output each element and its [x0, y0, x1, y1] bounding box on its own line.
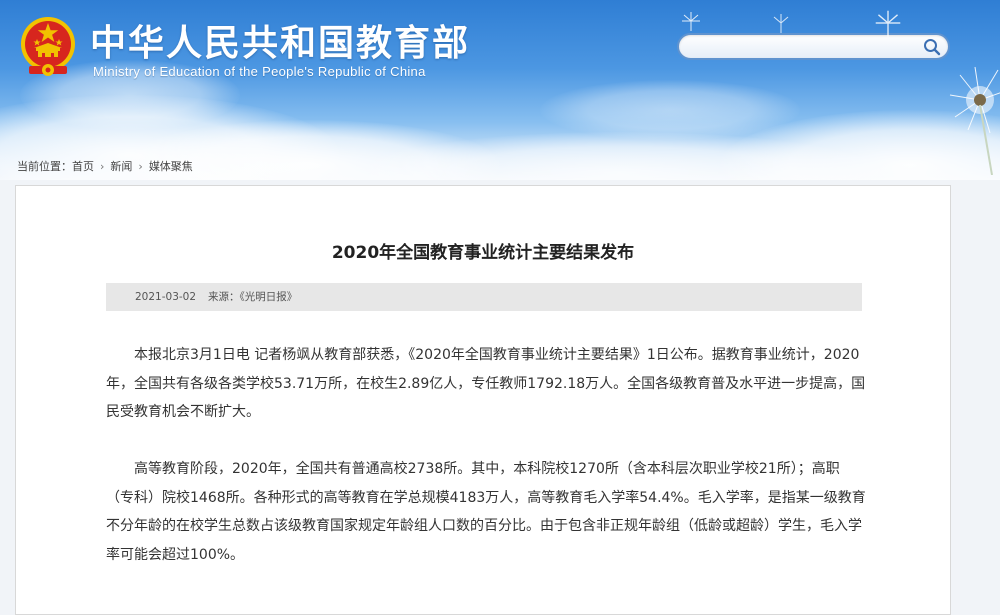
article-source: 来源：《光明日报》 [208, 291, 298, 303]
breadcrumb: 当前位置：首页 › 新闻 › 媒体聚焦 [17, 158, 193, 174]
article-date: 2021-03-02 [135, 291, 197, 303]
article-body: 本报北京3月1日电 记者杨飒从教育部获悉，《2020年全国教育事业统计主要结果》… [106, 341, 866, 598]
breadcrumb-home[interactable]: 首页 [72, 160, 94, 173]
article-paragraph: 本报北京3月1日电 记者杨飒从教育部获悉，《2020年全国教育事业统计主要结果》… [106, 347, 866, 420]
dandelion-seed-decoration [773, 14, 789, 33]
breadcrumb-news[interactable]: 新闻 [110, 160, 132, 173]
breadcrumb-separator: › [138, 160, 143, 173]
article-panel: 2020年全国教育事业统计主要结果发布 2021-03-02 来源：《光明日报》 … [15, 185, 951, 615]
search-box [677, 33, 950, 60]
site-subtitle: Ministry of Education of the People's Re… [93, 64, 426, 79]
dandelion-decoration [949, 66, 1000, 175]
dandelion-seed-decoration [682, 12, 700, 31]
article-meta-bar: 2021-03-02 来源：《光明日报》 [106, 283, 862, 311]
article-title: 2020年全国教育事业统计主要结果发布 [331, 243, 635, 263]
search-icon[interactable] [922, 37, 942, 57]
search-input[interactable] [691, 38, 915, 58]
breadcrumb-media-focus[interactable]: 媒体聚焦 [149, 160, 193, 173]
national-emblem-icon[interactable] [17, 14, 79, 78]
breadcrumb-separator: › [100, 160, 105, 173]
site-header: 中华人民共和国教育部 Ministry of Education of the … [0, 0, 1000, 180]
site-title: 中华人民共和国教育部 [90, 23, 471, 64]
breadcrumb-label: 当前位置： [17, 160, 72, 173]
dandelion-seed-decoration [875, 10, 901, 37]
article-paragraph: 高等教育阶段，2020年，全国共有普通高校2738所。其中，本科院校1270所（… [106, 461, 866, 563]
